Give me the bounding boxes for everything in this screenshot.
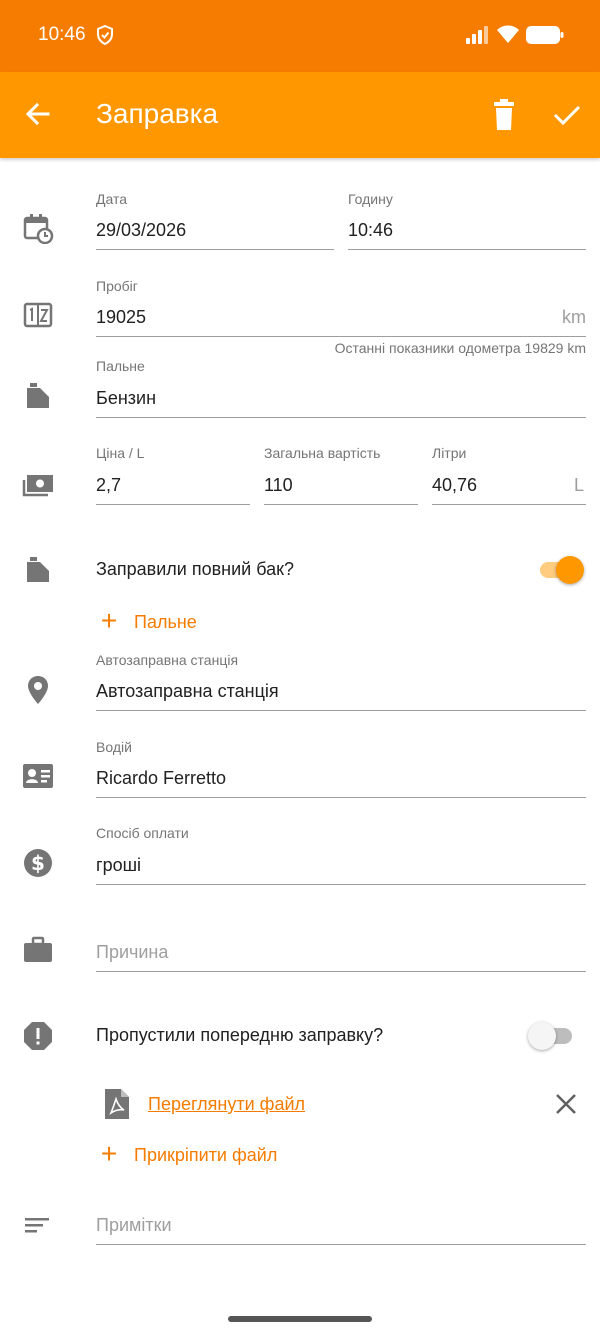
battery-icon	[526, 26, 564, 44]
full-tank-switch-thumb	[556, 556, 584, 584]
total-value: 110	[264, 475, 293, 495]
time-value: 10:46	[348, 220, 394, 240]
notes-field[interactable]: Примітки	[96, 1211, 586, 1245]
date-value: 29/03/2026	[96, 220, 187, 240]
station-label: Автозаправна станція	[96, 652, 239, 668]
fuel-field[interactable]: Бензин	[96, 384, 586, 418]
price-value: 2,7	[96, 475, 122, 495]
signal-icon	[466, 26, 488, 44]
price-field[interactable]: 2,7	[96, 471, 250, 505]
full-tank-label: Заправили повний бак?	[96, 559, 294, 579]
time-field[interactable]: 10:46	[348, 216, 586, 250]
liters-field[interactable]: 40,76 L	[432, 471, 586, 505]
full-tank-switch[interactable]	[538, 554, 584, 586]
station-value: Автозаправна станція	[96, 681, 279, 701]
fuel-label: Пальне	[96, 358, 145, 374]
fuel-value: Бензин	[96, 388, 157, 408]
notes-lines-icon	[22, 1210, 54, 1242]
money-icon	[22, 469, 54, 501]
attach-file-button[interactable]: + Прикріпити файл	[96, 1138, 278, 1169]
missed-fillup-switch[interactable]	[528, 1020, 574, 1052]
odometer-unit: km	[562, 307, 586, 327]
save-check-icon[interactable]	[550, 98, 584, 132]
total-field[interactable]: 110	[264, 471, 418, 505]
notes-placeholder: Примітки	[96, 1215, 172, 1235]
odometer-hint: Останні показники одометра 19829 km	[334, 340, 586, 356]
briefcase-icon	[22, 934, 54, 966]
add-fuel-button[interactable]: + Пальне	[96, 605, 197, 636]
home-gesture-bar[interactable]	[228, 1316, 372, 1322]
time-label: Годину	[348, 191, 393, 207]
liters-value: 40,76	[432, 475, 478, 495]
driver-field[interactable]: Ricardo Ferretto	[96, 764, 586, 798]
missed-fillup-label: Пропустили попередню заправку?	[96, 1025, 384, 1045]
status-time: 10:46	[38, 24, 86, 45]
pdf-file-icon	[105, 1089, 129, 1119]
full-tank-icon	[22, 554, 54, 586]
alert-octagon-icon	[22, 1020, 54, 1052]
station-field[interactable]: Автозаправна станція	[96, 677, 586, 711]
driver-value: Ricardo Ferretto	[96, 768, 227, 788]
payment-label: Спосіб оплати	[96, 825, 189, 841]
status-bar: 10:46	[0, 0, 600, 72]
plus-icon: +	[100, 605, 118, 636]
driver-label: Водій	[96, 739, 132, 755]
svg-text:$: $	[31, 851, 45, 875]
payment-field[interactable]: гроші	[96, 851, 586, 885]
view-file-link[interactable]: Переглянути файл	[148, 1094, 305, 1115]
liters-label: Літри	[432, 445, 467, 461]
reason-field[interactable]: Причина	[96, 938, 586, 972]
date-field[interactable]: 29/03/2026	[96, 216, 334, 250]
date-label: Дата	[96, 191, 128, 207]
odometer-label: Пробіг	[96, 278, 138, 294]
attach-file-label: Прикріпити файл	[134, 1145, 278, 1165]
payment-value: гроші	[96, 855, 142, 875]
wifi-icon	[497, 25, 519, 43]
odometer-value: 19025	[96, 307, 147, 327]
shield-icon	[97, 25, 113, 45]
total-label: Загальна вартість	[264, 445, 381, 461]
reason-placeholder: Причина	[96, 942, 169, 962]
back-arrow-icon[interactable]	[22, 98, 54, 130]
remove-file-icon[interactable]	[552, 1090, 580, 1118]
odometer-icon	[22, 299, 54, 331]
page-title: Заправка	[96, 98, 219, 129]
liters-unit: L	[573, 475, 584, 495]
location-pin-icon	[22, 674, 54, 706]
driver-id-card-icon	[22, 760, 54, 792]
missed-fillup-switch-thumb	[528, 1022, 556, 1050]
plus-icon: +	[100, 1138, 118, 1169]
odometer-field[interactable]: 19025 km	[96, 303, 586, 337]
app-bar: Заправка	[0, 72, 600, 158]
dollar-coin-icon: $	[22, 847, 54, 879]
calendar-clock-icon	[22, 212, 54, 245]
fuel-tag-icon	[22, 380, 54, 412]
price-label: Ціна / L	[96, 445, 145, 461]
delete-icon[interactable]	[488, 98, 520, 132]
add-fuel-label: Пальне	[134, 612, 197, 632]
